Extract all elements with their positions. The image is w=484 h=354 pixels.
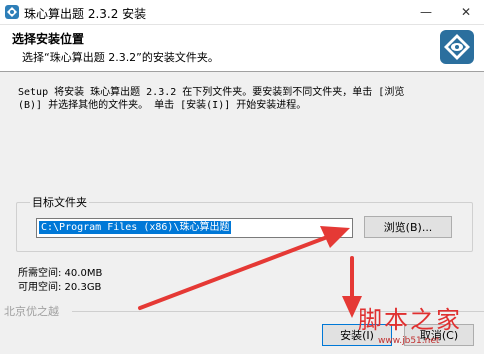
description-line-1: Setup 将安装 珠心算出题 2.3.2 在下列文件夹。要安装到不同文件夹，单… — [18, 87, 405, 98]
close-icon: ✕ — [460, 5, 472, 19]
watermark-url: www.jb51.net — [378, 336, 440, 346]
title-bar: 珠心算出题 2.3.2 安装 — ✕ — [0, 0, 484, 25]
app-icon — [5, 5, 19, 19]
minimize-icon: — — [420, 5, 432, 19]
app-logo-icon — [440, 30, 474, 64]
close-button[interactable]: ✕ — [448, 0, 484, 24]
brand-text: 北京优之越 — [4, 305, 59, 318]
window-title: 珠心算出题 2.3.2 安装 — [24, 7, 147, 21]
page-header: 选择安装位置 选择“珠心算出题 2.3.2”的安装文件夹。 — [0, 25, 484, 72]
watermark-text: 脚本之家 — [358, 306, 462, 334]
destination-path-input[interactable]: C:\Program Files (x86)\珠心算出题 — [36, 218, 353, 238]
description-line-2: (B)] 并选择其他的文件夹。 单击 [安装(I)] 开始安装进程。 — [18, 100, 307, 111]
minimize-button[interactable]: — — [408, 0, 444, 24]
destination-group-label: 目标文件夹 — [30, 194, 89, 210]
space-required: 所需空间: 40.0MB — [18, 268, 103, 279]
page-title: 选择安装位置 — [12, 32, 85, 46]
page-subtitle: 选择“珠心算出题 2.3.2”的安装文件夹。 — [22, 51, 219, 64]
space-available: 可用空间: 20.3GB — [18, 282, 102, 293]
destination-path-value: C:\Program Files (x86)\珠心算出题 — [39, 221, 232, 234]
browse-button[interactable]: 浏览(B)... — [364, 216, 452, 238]
install-description: Setup 将安装 珠心算出题 2.3.2 在下列文件夹。要安装到不同文件夹，单… — [18, 86, 458, 112]
